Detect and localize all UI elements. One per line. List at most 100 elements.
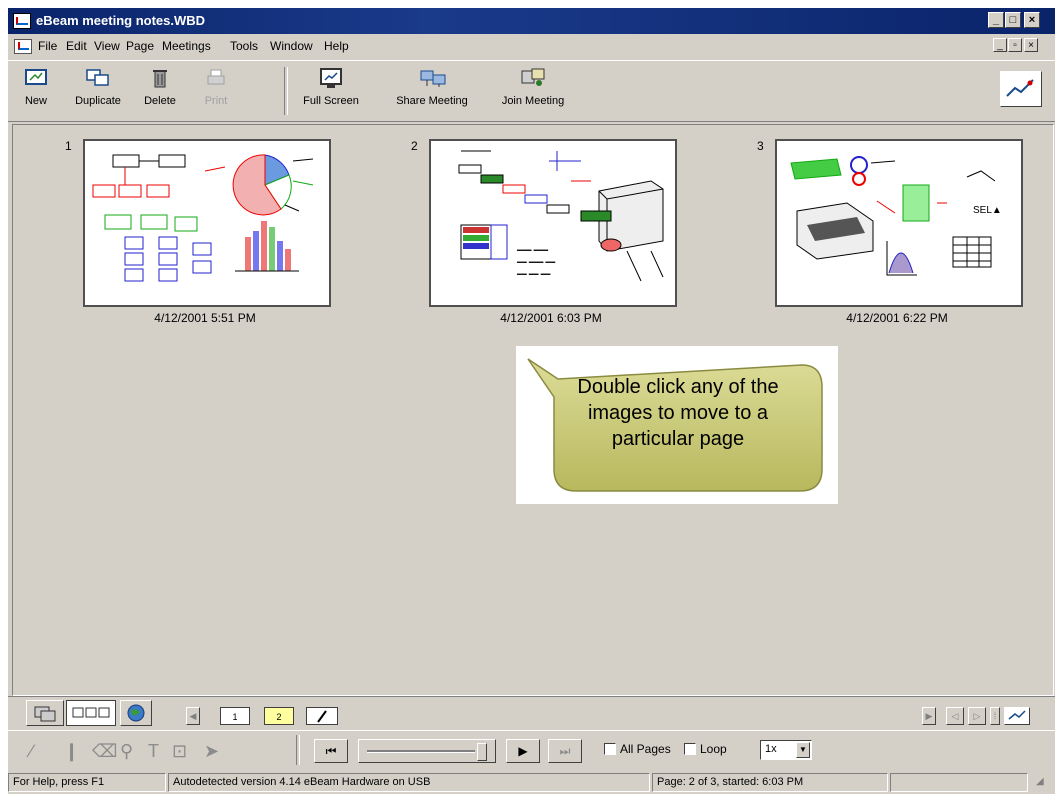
- page-date: 4/12/2001 6:22 PM: [846, 311, 948, 325]
- trash-icon: [153, 70, 167, 88]
- pen-icon: [1006, 79, 1034, 97]
- share-meeting-icon: [420, 70, 446, 87]
- whiteboard-drawing: SEL▲: [790, 156, 1002, 276]
- rewind-button[interactable]: ⏮: [314, 739, 348, 763]
- whiteboard-drawing: [92, 154, 314, 282]
- maximize-button[interactable]: □: [1005, 12, 1021, 28]
- playback-slider[interactable]: [358, 739, 496, 763]
- page-thumbnail-3[interactable]: SEL▲: [775, 139, 1023, 307]
- page-tab-bar: ◀ 1 2 ▶ ◁ ▷ ⁞: [8, 696, 1055, 729]
- speed-select[interactable]: 1x ▼: [760, 740, 812, 760]
- pen-mode-button[interactable]: [1000, 71, 1042, 107]
- status-empty-panel: [890, 773, 1028, 792]
- close-button[interactable]: ×: [1024, 12, 1040, 28]
- page-scroll-left-button[interactable]: ◀: [186, 707, 200, 725]
- document-icon[interactable]: [14, 39, 32, 54]
- whiteboard-drawing: ━━━ ━━━ ━━ ━━━ ━━ ━━ ━━ ━━: [458, 150, 664, 282]
- page-date: 4/12/2001 5:51 PM: [154, 311, 256, 325]
- print-label: Print: [204, 95, 228, 107]
- svg-text:━━━ ━━━: ━━━ ━━━: [516, 246, 548, 255]
- status-help: For Help, press F1: [8, 773, 166, 792]
- next-page-button[interactable]: ▷: [968, 707, 986, 725]
- pen-tool-icon[interactable]: ∕: [30, 741, 33, 762]
- menu-view[interactable]: View: [94, 39, 120, 53]
- duplicate-button[interactable]: Duplicate: [70, 67, 126, 107]
- new-page-tab[interactable]: [306, 707, 338, 725]
- slider-track: [367, 750, 475, 753]
- all-pages-checkbox[interactable]: [604, 743, 616, 755]
- playback-toolbar: ∕ ❙ ⌫ ⚲ T ⊡ ➤ ⏮ ▶ ⏭ All Pages Loop 1x ▼: [8, 730, 1055, 769]
- delete-button[interactable]: Delete: [140, 67, 180, 107]
- app-icon[interactable]: [13, 13, 31, 29]
- delete-label: Delete: [144, 95, 176, 107]
- menu-meetings[interactable]: Meetings: [162, 39, 211, 53]
- doc-minimize-button[interactable]: _: [993, 38, 1007, 52]
- full-screen-button[interactable]: Full Screen: [296, 67, 366, 107]
- all-pages-label: All Pages: [620, 742, 671, 756]
- text-tool-icon[interactable]: T: [148, 741, 159, 762]
- eraser-tool-icon[interactable]: ⌫: [92, 741, 117, 762]
- shape-tool-icon[interactable]: ⊡: [172, 741, 187, 762]
- doc-close-button[interactable]: ×: [1024, 38, 1038, 52]
- page-scroll-right-button[interactable]: ▶: [922, 707, 936, 725]
- duplicate-icon: [86, 69, 109, 86]
- loop-checkbox[interactable]: [684, 743, 696, 755]
- window-title: eBeam meeting notes.WBD: [36, 13, 206, 28]
- resize-grip[interactable]: ◢: [1036, 776, 1044, 787]
- page-thumbnail-1[interactable]: [83, 139, 331, 307]
- play-button[interactable]: ▶: [506, 739, 540, 763]
- share-meeting-label: Share Meeting: [396, 95, 468, 107]
- page-tab-2[interactable]: 2: [264, 707, 294, 725]
- new-label: New: [24, 95, 47, 107]
- print-button[interactable]: Print: [196, 67, 236, 107]
- pen-icon: [1008, 710, 1026, 720]
- pointer-tool-icon[interactable]: ➤: [204, 741, 219, 762]
- full-screen-label: Full Screen: [303, 95, 359, 107]
- new-button[interactable]: New: [18, 67, 54, 107]
- web-tab[interactable]: [120, 700, 152, 726]
- zoom-tool-icon[interactable]: ⚲: [120, 741, 133, 762]
- svg-text:━━ ━━ ━━: ━━ ━━ ━━: [516, 270, 551, 279]
- page-tab-1[interactable]: 1: [220, 707, 250, 725]
- new-icon: [25, 69, 47, 85]
- menu-page[interactable]: Page: [126, 39, 154, 53]
- menu-edit[interactable]: Edit: [66, 39, 87, 53]
- join-meeting-icon: [521, 68, 545, 86]
- loop-label: Loop: [700, 742, 727, 756]
- share-meeting-button[interactable]: Share Meeting: [384, 67, 480, 107]
- menu-help[interactable]: Help: [324, 39, 349, 53]
- print-icon: [207, 69, 225, 85]
- marker-tool-icon[interactable]: ❙: [64, 741, 79, 762]
- menu-tools[interactable]: Tools: [230, 39, 258, 53]
- thumbnails-icon: [72, 707, 110, 718]
- page-number: 3: [757, 139, 764, 153]
- duplicate-label: Duplicate: [75, 95, 121, 107]
- svg-text:━━ ━━━ ━━: ━━ ━━━ ━━: [516, 258, 555, 267]
- join-meeting-label: Join Meeting: [501, 95, 565, 107]
- speed-value: 1x: [765, 743, 777, 755]
- fast-forward-button[interactable]: ⏭: [548, 739, 582, 763]
- page-number: 1: [65, 139, 72, 153]
- page-thumbnail-2[interactable]: ━━━ ━━━ ━━ ━━━ ━━ ━━ ━━ ━━: [429, 139, 677, 307]
- pen-mode-small-button[interactable]: [1004, 707, 1030, 725]
- page-sorter-tab[interactable]: [66, 700, 116, 726]
- users-tab[interactable]: [26, 700, 64, 726]
- status-page-info: Page: 2 of 3, started: 6:03 PM: [652, 773, 888, 792]
- chevron-down-icon[interactable]: ▼: [796, 742, 810, 758]
- prev-page-button[interactable]: ◁: [946, 707, 964, 725]
- menu-file[interactable]: File: [38, 39, 57, 53]
- toolbar-separator: [284, 67, 288, 115]
- join-meeting-button[interactable]: Join Meeting: [492, 67, 574, 107]
- callout-text: Double click any of the images to move t…: [577, 376, 779, 450]
- status-hardware: Autodetected version 4.14 eBeam Hardware…: [168, 773, 650, 792]
- minimize-button[interactable]: _: [988, 12, 1004, 28]
- splitter-handle[interactable]: ⁞: [990, 707, 1000, 725]
- slider-thumb[interactable]: [477, 743, 487, 761]
- status-bar: For Help, press F1 Autodetected version …: [8, 770, 1055, 794]
- menu-window[interactable]: Window: [270, 39, 313, 53]
- title-bar[interactable]: eBeam meeting notes.WBD _ □ ×: [8, 8, 1055, 34]
- svg-text:SEL▲: SEL▲: [973, 205, 1002, 216]
- doc-restore-button[interactable]: ▫: [1008, 38, 1022, 52]
- menu-bar: File Edit View Page Meetings Tools Windo…: [8, 35, 1055, 57]
- page-number: 2: [411, 139, 418, 153]
